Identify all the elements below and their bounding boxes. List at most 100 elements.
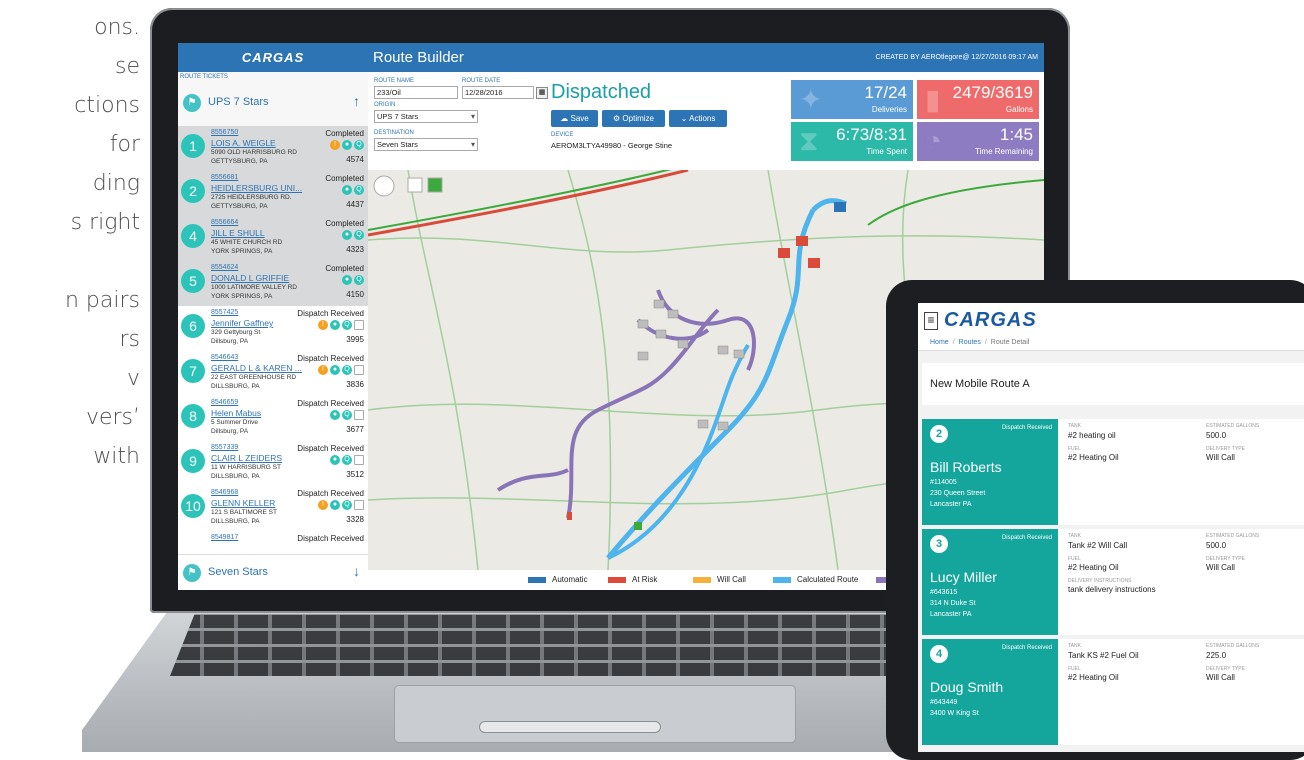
- ticket-row[interactable]: 10 8546968 GLENN KELLER 121 S BALTIMORE ST D…: [178, 486, 368, 532]
- ticket-city: GETTYSBURG, PA: [211, 158, 268, 165]
- delivery-card[interactable]: 2 Dispatch Received Bill Roberts #114005 230…: [922, 419, 1304, 525]
- query-icon[interactable]: Q: [342, 320, 352, 330]
- customer-name-link[interactable]: Jennifer Gaffney: [211, 318, 311, 328]
- checkbox[interactable]: [354, 500, 364, 510]
- ticket-row[interactable]: 4 8556664 JILL E SHULL 45 WHITE CHURCH RD YO…: [178, 216, 368, 262]
- query-icon[interactable]: Q: [354, 185, 364, 195]
- ticket-id-link[interactable]: 8557339: [211, 444, 238, 451]
- query-icon[interactable]: Q: [342, 500, 352, 510]
- ticket-id-link[interactable]: 8557425: [211, 309, 238, 316]
- location-pin-icon[interactable]: ●: [330, 365, 340, 375]
- ticket-id-link[interactable]: 8556664: [211, 219, 238, 226]
- ticket-id-link[interactable]: 8554624: [211, 264, 238, 271]
- query-icon[interactable]: Q: [342, 410, 352, 420]
- ticket-row[interactable]: 7 8546643 GERALD L & KAREN ... 22 EAST GREE…: [178, 351, 368, 397]
- created-by-text: CREATED BY AEROtlegore@ 12/27/2016 09:17…: [875, 54, 1039, 61]
- location-pin-icon[interactable]: ●: [342, 185, 352, 195]
- ticket-id-link[interactable]: 8549817: [211, 534, 238, 541]
- delivery-card-summary: 3 Dispatch Received Lucy Miller #643615 314 …: [922, 529, 1058, 635]
- destination-stop[interactable]: ⚑ Seven Stars ↓: [178, 554, 368, 590]
- ticket-icon: ✦: [799, 84, 823, 115]
- location-pin-icon[interactable]: ●: [342, 275, 352, 285]
- customer-name-link[interactable]: GERALD L & KAREN ...: [211, 363, 311, 373]
- delivery-card[interactable]: 4 Dispatch Received Doug Smith #643449 3400 …: [922, 639, 1304, 745]
- instructions-value: tank delivery instructions: [1068, 585, 1156, 594]
- query-icon[interactable]: Q: [342, 365, 352, 375]
- origin-stop[interactable]: ⚑ UPS 7 Stars ↑: [178, 85, 368, 121]
- brand-logo[interactable]: CARGAS: [178, 43, 368, 72]
- mobile-brand-logo[interactable]: CARGAS: [944, 309, 1037, 332]
- checkbox[interactable]: [354, 455, 364, 465]
- customer-name-link[interactable]: DONALD L GRIFFIE: [211, 273, 311, 283]
- query-icon[interactable]: Q: [354, 140, 364, 150]
- route-name-input[interactable]: 233/Oil: [374, 86, 458, 99]
- arrow-down-icon[interactable]: ↓: [353, 563, 360, 579]
- menu-icon[interactable]: ≡: [924, 312, 938, 330]
- customer-name-link[interactable]: Helen Mabus: [211, 408, 311, 418]
- ticket-row[interactable]: 8 8546659 Helen Mabus 5 Summer Drive Dillsbu…: [178, 396, 368, 442]
- ticket-id-link[interactable]: 8546968: [211, 489, 238, 496]
- delivery-card[interactable]: 3 Dispatch Received Lucy Miller #643615 314 …: [922, 529, 1304, 635]
- delivery-status: Dispatch Received: [1001, 645, 1052, 651]
- breadcrumb-routes[interactable]: Routes: [959, 339, 981, 346]
- ticket-row[interactable]: 2 8556681 HEIDLERSBURG UNI... 2725 HEIDLERS…: [178, 171, 368, 217]
- flag-icon: ⚑: [183, 564, 201, 582]
- legend-swatch: [528, 576, 546, 583]
- ticket-row[interactable]: 5 8554624 DONALD L GRIFFIE 1000 LATIMORE VA…: [178, 261, 368, 307]
- ticket-city: GETTYSBURG, PA: [211, 203, 268, 210]
- legend-swatch: [693, 576, 711, 583]
- query-icon[interactable]: Q: [342, 455, 352, 465]
- save-button[interactable]: ☁ Save: [551, 110, 598, 127]
- customer-name-link[interactable]: LOIS A. WEIGLE: [211, 138, 311, 148]
- location-pin-icon[interactable]: ●: [330, 320, 340, 330]
- checkbox[interactable]: [354, 320, 364, 330]
- optimize-button[interactable]: ⚙ Optimize: [602, 110, 665, 127]
- origin-stop-label: UPS 7 Stars: [208, 96, 269, 108]
- save-button-label: Save: [570, 114, 589, 123]
- ticket-id-link[interactable]: 8546659: [211, 399, 238, 406]
- location-pin-icon[interactable]: ●: [330, 455, 340, 465]
- destination-select[interactable]: Seven Stars: [374, 138, 478, 151]
- origin-select[interactable]: UPS 7 Stars: [374, 110, 478, 123]
- ticket-gallons: 4323: [346, 245, 364, 254]
- checkbox[interactable]: [354, 365, 364, 375]
- actions-button[interactable]: ⌄ Actions: [669, 110, 727, 127]
- ticket-address: 45 WHITE CHURCH RD: [211, 239, 283, 246]
- route-date-input[interactable]: 12/28/2016: [462, 86, 534, 99]
- checkbox[interactable]: [354, 410, 364, 420]
- customer-name-link[interactable]: CLAIR L ZEIDERS: [211, 453, 311, 463]
- route-status: Dispatched: [551, 81, 652, 103]
- warning-icon[interactable]: !: [330, 140, 340, 150]
- warning-icon[interactable]: !: [318, 320, 328, 330]
- customer-name-link[interactable]: GLENN KELLER: [211, 498, 311, 508]
- location-pin-icon[interactable]: ●: [330, 500, 340, 510]
- tank-label: TANK: [1068, 533, 1081, 539]
- customer-id: #643615: [930, 589, 958, 596]
- ticket-gallons: 3328: [346, 515, 364, 524]
- location-pin-icon[interactable]: ●: [342, 140, 352, 150]
- chevron-down-icon: ⌄: [680, 114, 690, 123]
- warning-icon[interactable]: !: [318, 365, 328, 375]
- arrow-up-icon[interactable]: ↑: [353, 93, 360, 109]
- location-pin-icon[interactable]: ●: [342, 230, 352, 240]
- breadcrumb-home[interactable]: Home: [930, 339, 949, 346]
- ticket-row[interactable]: 9 8557339 CLAIR L ZEIDERS 11 W HARRISBURG S…: [178, 441, 368, 487]
- ticket-id-link[interactable]: 8556750: [211, 129, 238, 136]
- location-pin-icon[interactable]: ●: [330, 410, 340, 420]
- ticket-id-link[interactable]: 8556681: [211, 174, 238, 181]
- ticket-row[interactable]: 1 8556750 LOIS A. WEIGLE 5090 OLD HARRISBUR…: [178, 126, 368, 172]
- ticket-row[interactable]: 6 8557425 Jennifer Gaffney 329 Gettyburg St…: [178, 306, 368, 352]
- customer-name-link[interactable]: HEIDLERSBURG UNI...: [211, 183, 311, 193]
- calendar-icon[interactable]: ▦: [536, 87, 548, 99]
- ticket-id-link[interactable]: 8546643: [211, 354, 238, 361]
- legend-item: Will Call: [693, 575, 746, 584]
- query-icon[interactable]: Q: [354, 230, 364, 240]
- tank-label: TANK: [1068, 423, 1081, 429]
- laptop-keyboard: [170, 614, 990, 676]
- ticket-status: Dispatch Received: [297, 444, 364, 453]
- query-icon[interactable]: Q: [354, 275, 364, 285]
- ticket-number: 7: [181, 359, 205, 383]
- warning-icon[interactable]: !: [318, 500, 328, 510]
- customer-name-link[interactable]: JILL E SHULL: [211, 228, 311, 238]
- customer-id: #643449: [930, 699, 958, 706]
